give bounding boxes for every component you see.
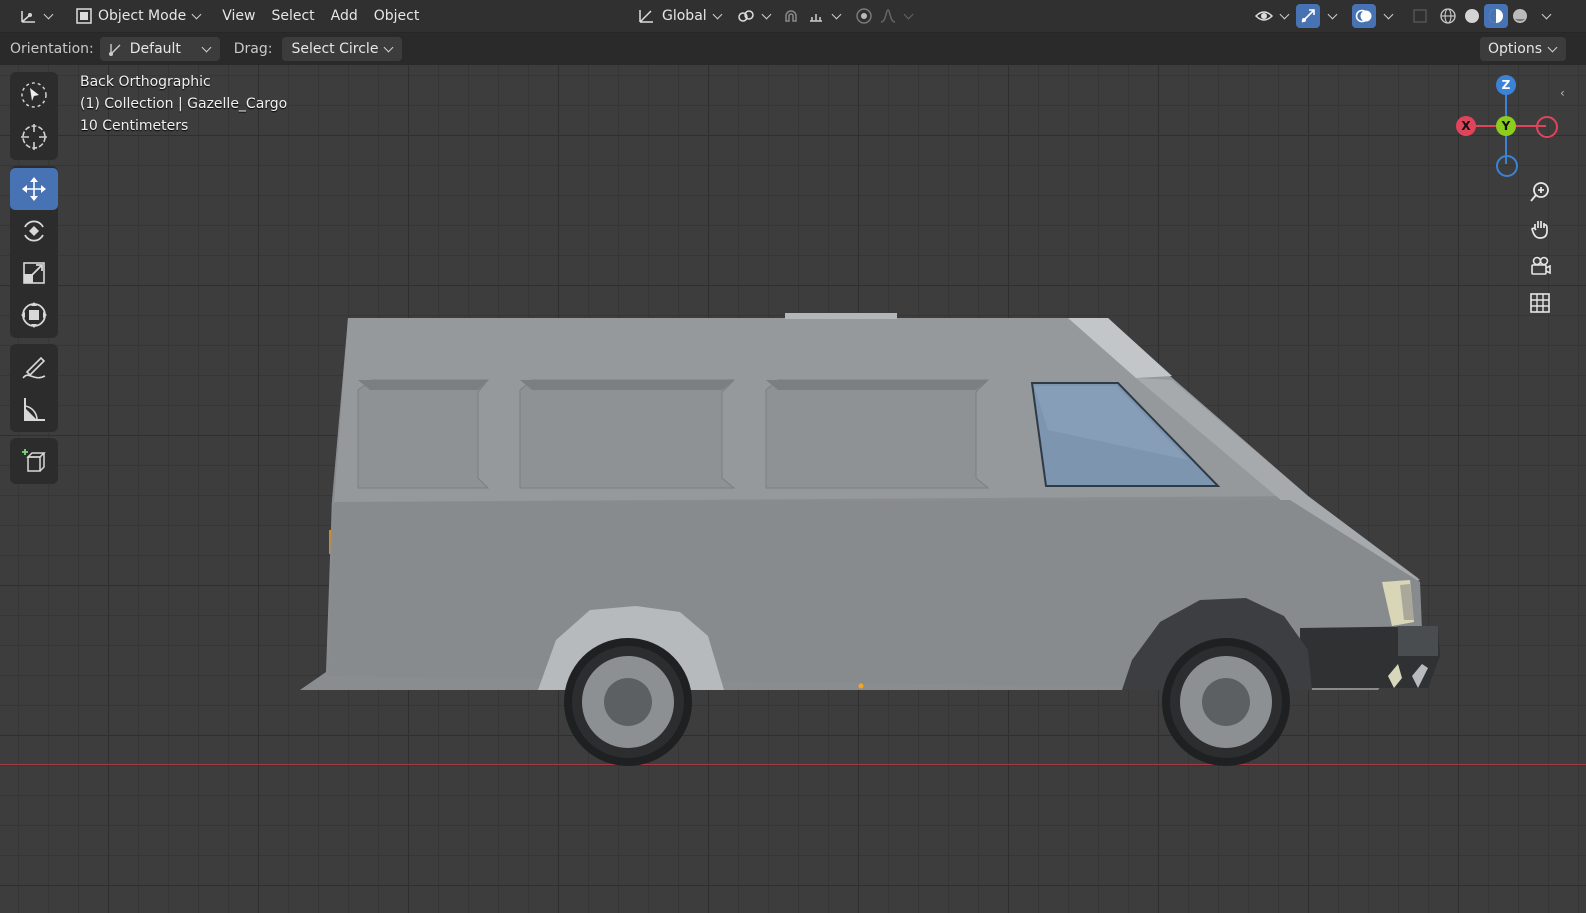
eye-icon <box>1254 6 1274 26</box>
orientation-dropdown[interactable]: Default <box>99 37 220 61</box>
options-label: Options <box>1488 41 1543 57</box>
falloff-dropdown[interactable] <box>872 4 922 28</box>
orientation-label: Global <box>662 8 707 24</box>
zoom-icon <box>1530 182 1549 202</box>
view-name: Back Orthographic <box>80 74 211 90</box>
zoom-button[interactable] <box>1524 176 1556 208</box>
move-tool[interactable] <box>10 168 58 210</box>
orientation-setting-label: Orientation: <box>10 41 94 57</box>
gizmos-dropdown[interactable] <box>1320 4 1342 28</box>
shading-material-preview[interactable] <box>1484 4 1508 28</box>
scale-tool[interactable] <box>10 252 58 294</box>
xray-icon <box>1410 6 1430 26</box>
drag-value: Select Circle <box>291 41 379 57</box>
rear-wheel <box>564 638 692 766</box>
move-arrows-icon <box>22 177 46 201</box>
gizmo-x-axis[interactable]: X <box>1456 116 1476 136</box>
pivot-icon <box>736 6 756 26</box>
falloff-curve-icon <box>878 6 898 26</box>
gizmo-neg-z-axis[interactable] <box>1496 155 1518 177</box>
grid-icon <box>1530 293 1550 313</box>
camera-icon <box>1531 256 1551 275</box>
pivot-point-dropdown[interactable] <box>730 4 780 28</box>
toggle-perspective-button[interactable] <box>1524 287 1556 319</box>
visibility-dropdown[interactable] <box>1248 4 1298 28</box>
xray-toggle[interactable] <box>1408 4 1432 28</box>
overlays-toggle[interactable] <box>1352 4 1376 28</box>
drag-setting-label: Drag: <box>233 41 273 57</box>
rendered-sphere-icon <box>1510 6 1530 26</box>
gizmo-neg-x-axis[interactable] <box>1536 116 1558 138</box>
tool-shelf <box>10 72 58 490</box>
proportional-edit-icon <box>854 6 874 26</box>
3d-viewport[interactable]: Back Orthographic (1) Collection | Gazel… <box>0 0 1586 913</box>
mode-dropdown[interactable]: Object Mode <box>68 4 210 28</box>
transform-tool[interactable] <box>10 294 58 336</box>
orientation-value: Default <box>129 41 181 57</box>
tool-settings-bar: Orientation: Default Drag: Select Circle… <box>0 32 1586 65</box>
menu-view[interactable]: View <box>216 4 261 28</box>
menu-add[interactable]: Add <box>325 4 364 28</box>
measure-tool[interactable] <box>10 388 58 430</box>
front-wheel <box>1162 638 1290 766</box>
options-dropdown[interactable]: Options <box>1480 37 1567 61</box>
overlays-icon <box>1354 6 1374 26</box>
pan-button[interactable] <box>1524 213 1556 245</box>
3d-cursor-icon <box>21 124 47 150</box>
mode-label: Object Mode <box>98 8 187 24</box>
transform-orientation-dropdown[interactable]: Global <box>630 4 731 28</box>
pencil-icon <box>22 356 46 379</box>
axes-3d-icon <box>21 11 35 23</box>
shading-dropdown[interactable] <box>1534 4 1556 28</box>
menu-object[interactable]: Object <box>368 4 426 28</box>
default-orientation-icon <box>106 39 126 59</box>
gizmos-toggle[interactable] <box>1296 4 1320 28</box>
hand-icon <box>1531 221 1548 239</box>
solid-sphere-icon <box>1462 6 1482 26</box>
object-mode-icon <box>74 6 94 26</box>
add-cube-tool[interactable] <box>10 440 58 482</box>
navigation-gizmo[interactable]: Z X Y <box>1450 70 1560 180</box>
cursor-tool[interactable] <box>10 116 58 158</box>
drag-dropdown[interactable]: Select Circle <box>282 37 403 61</box>
rotate-icon <box>24 220 44 242</box>
collection-object-name: (1) Collection | Gazelle_Cargo <box>80 96 288 112</box>
transform-icon <box>21 302 47 328</box>
shading-rendered[interactable] <box>1508 4 1532 28</box>
annotate-tool[interactable] <box>10 346 58 388</box>
shading-solid[interactable] <box>1460 4 1484 28</box>
snap-target-dropdown[interactable] <box>800 4 850 28</box>
shading-wireframe[interactable] <box>1436 4 1460 28</box>
orientation-axes-icon <box>636 6 656 26</box>
add-cube-icon <box>22 449 46 472</box>
material-sphere-icon <box>1486 6 1506 26</box>
gizmo-icon <box>1298 6 1318 26</box>
select-cursor-icon <box>21 82 47 108</box>
van-model[interactable] <box>0 0 1586 913</box>
magnet-icon <box>781 6 801 26</box>
select-box-tool[interactable] <box>10 74 58 116</box>
ruler-icon <box>24 398 45 421</box>
grid-scale: 10 Centimeters <box>80 118 189 134</box>
wireframe-sphere-icon <box>1438 6 1458 26</box>
viewport-header: Object Mode View Select Add Object Globa… <box>0 0 1586 32</box>
sidebar-toggle-icon[interactable]: ‹ <box>1560 86 1565 100</box>
editor-type-button[interactable] <box>14 4 60 28</box>
overlays-dropdown[interactable] <box>1376 4 1398 28</box>
gizmo-y-axis[interactable]: Y <box>1496 116 1516 136</box>
camera-view-button[interactable] <box>1524 250 1556 282</box>
scale-icon <box>23 262 45 284</box>
gizmo-z-axis[interactable]: Z <box>1496 75 1516 95</box>
menu-select[interactable]: Select <box>265 4 320 28</box>
rotate-tool[interactable] <box>10 210 58 252</box>
snap-increment-icon <box>806 6 826 26</box>
